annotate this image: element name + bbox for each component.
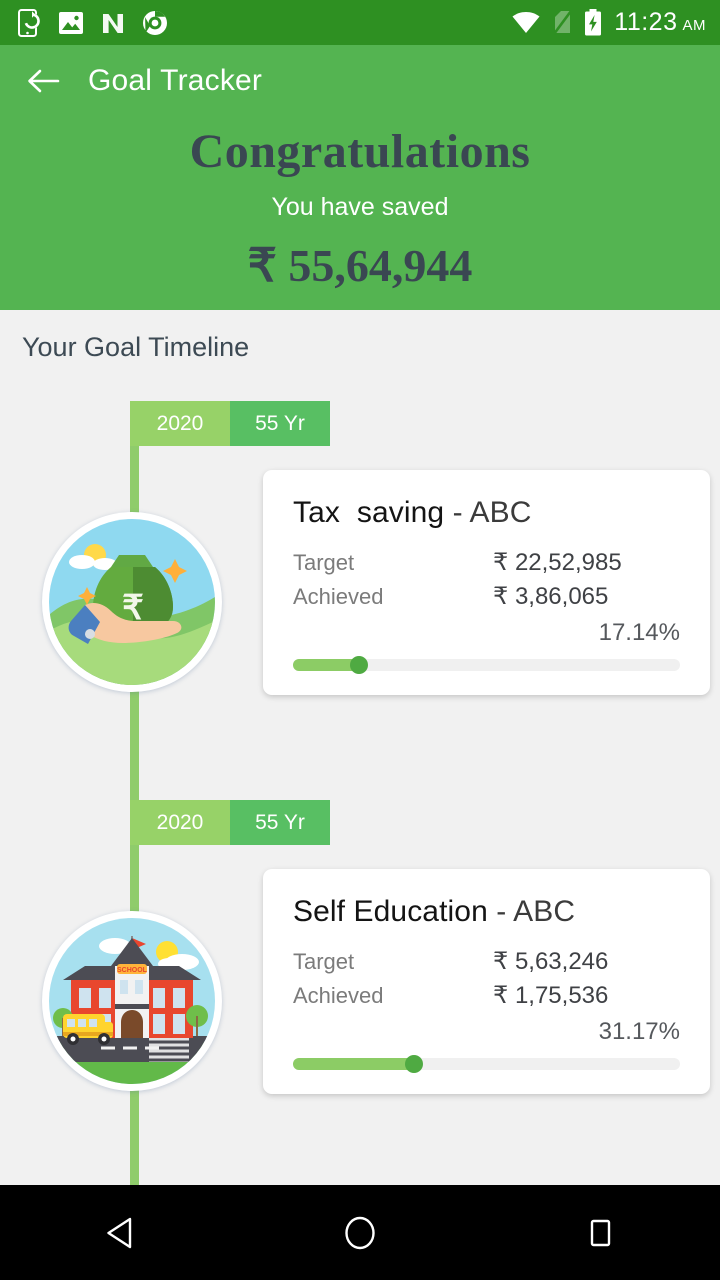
timeline-badge[interactable]: 2020 55 Yr — [130, 401, 330, 447]
goal-progress-fill — [293, 1058, 414, 1071]
timeline-section: Your Goal Timeline 2020 55 Yr ₹ Tax savi… — [0, 310, 720, 1185]
timeline-badge[interactable]: 2020 55 Yr — [130, 800, 330, 846]
money-bag-in-hand-icon: ₹ — [49, 519, 215, 686]
goal-illustration: ₹ — [42, 512, 222, 693]
goal-illustration: SCHOOL — [42, 911, 222, 1092]
nav-home-button[interactable] — [315, 1203, 405, 1263]
school-building-icon: SCHOOL — [49, 918, 215, 1085]
goal-card[interactable]: Self Education - ABC Target ₹ 5,63,246 A… — [263, 869, 710, 1095]
goal-owner: - ABC — [487, 895, 576, 929]
status-bar-time: 11:23 — [614, 8, 678, 36]
goal-achieved-value: ₹ 1,75,536 — [493, 982, 609, 1010]
no-sim-icon — [553, 10, 573, 35]
goal-name: Self Education — [293, 895, 488, 929]
goal-percent: 31.17% — [598, 1018, 680, 1046]
goal-card-title: Self Education - ABC — [293, 895, 680, 929]
goal-progress-bar — [293, 656, 680, 675]
nav-recents-button[interactable] — [555, 1203, 645, 1263]
nova-n-icon — [103, 13, 123, 33]
goal-target-value: ₹ 5,63,246 — [493, 948, 609, 976]
timeline-year: 2020 — [130, 401, 230, 447]
back-arrow-icon[interactable] — [26, 64, 60, 98]
timeline-year: 2020 — [130, 800, 230, 846]
timeline-entry: 2020 55 Yr — [0, 401, 720, 696]
app-header: Goal Tracker Congratulations You have sa… — [0, 45, 720, 311]
goal-achieved-row: Achieved ₹ 3,86,065 — [293, 582, 680, 611]
system-status-icons: 11:23 AM — [511, 8, 706, 37]
goal-card[interactable]: Tax saving - ABC Target ₹ 22,52,985 Achi… — [263, 470, 710, 696]
goal-progress-thumb[interactable] — [350, 656, 369, 675]
status-bar: 11:23 AM — [0, 0, 720, 45]
goal-achieved-row: Achieved ₹ 1,75,536 — [293, 981, 680, 1010]
image-icon — [59, 11, 83, 34]
svg-text:SCHOOL: SCHOOL — [117, 967, 148, 974]
goal-target-label: Target — [293, 949, 355, 975]
nav-back-button[interactable] — [75, 1203, 165, 1263]
goal-achieved-label: Achieved — [293, 983, 384, 1009]
status-bar-meridiem: AM — [682, 17, 706, 34]
battery-charging-icon — [585, 9, 602, 36]
nav-back-icon — [107, 1217, 132, 1248]
hero-section: Congratulations You have saved ₹ 55,64,9… — [0, 117, 720, 292]
goal-percent: 17.14% — [598, 619, 680, 647]
goal-name: Tax saving — [293, 496, 445, 530]
goal-achieved-label: Achieved — [293, 584, 384, 610]
saved-subheading: You have saved — [271, 193, 449, 222]
chrome-icon — [143, 10, 167, 35]
timeline-entry: 2020 55 Yr — [0, 800, 720, 1095]
saved-amount: ₹ 55,64,944 — [247, 240, 473, 292]
page-title: Goal Tracker — [88, 64, 263, 97]
phone-sync-icon — [18, 8, 40, 37]
nav-home-icon — [345, 1216, 375, 1249]
goal-progress-bar — [293, 1055, 680, 1074]
timeline-age: 55 Yr — [230, 401, 330, 447]
goal-target-row: Target ₹ 22,52,985 — [293, 548, 680, 577]
nav-recents-icon — [590, 1219, 611, 1246]
goal-card-title: Tax saving - ABC — [293, 496, 680, 530]
android-navigation-bar — [0, 1185, 720, 1280]
wifi-icon — [512, 11, 540, 33]
timeline-age: 55 Yr — [230, 800, 330, 846]
goal-owner: - ABC — [444, 496, 532, 530]
app-bar: Goal Tracker — [0, 45, 720, 117]
timeline-title: Your Goal Timeline — [22, 332, 250, 363]
goal-progress-thumb[interactable] — [404, 1055, 423, 1074]
goal-target-row: Target ₹ 5,63,246 — [293, 947, 680, 976]
congratulations-heading: Congratulations — [189, 125, 531, 178]
notification-icons — [18, 8, 168, 37]
goal-achieved-value: ₹ 3,86,065 — [493, 583, 609, 611]
goal-target-label: Target — [293, 550, 355, 576]
goal-target-value: ₹ 22,52,985 — [493, 549, 622, 577]
